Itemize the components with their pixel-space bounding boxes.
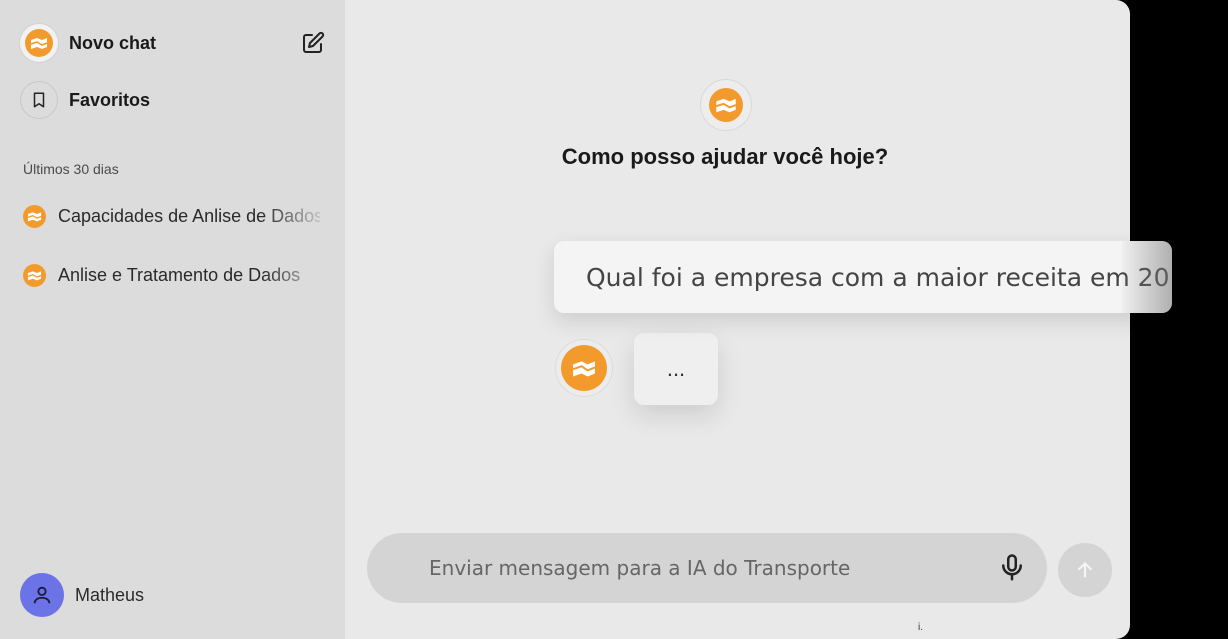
bookmark-icon: [20, 81, 58, 119]
bot-avatar: [556, 340, 612, 396]
favorites-label: Favoritos: [69, 89, 151, 110]
avatar: [20, 573, 64, 617]
edit-icon[interactable]: [301, 31, 325, 55]
sidebar: Novo chat Favoritos Últimos 30 dias Capa…: [0, 0, 345, 639]
new-chat-button[interactable]: Novo chat: [20, 24, 325, 62]
new-chat-label: Novo chat: [69, 32, 157, 53]
user-message-text: Qual foi a empresa com a maior receita e…: [586, 263, 1172, 292]
favorites-button[interactable]: Favoritos: [20, 81, 150, 119]
arrow-up-icon: [1078, 562, 1092, 578]
bubble-fade: [1122, 241, 1172, 313]
hero-logo-icon: [701, 80, 751, 130]
history-item-label: Capacidades de Anlise de Dados: [58, 206, 320, 226]
cursor-mark: i.: [918, 622, 923, 633]
user-profile[interactable]: Matheus: [20, 573, 144, 617]
history-item[interactable]: Anlise e Tratamento de Dados: [23, 264, 323, 287]
history-section-label: Últimos 30 dias: [23, 161, 119, 177]
message-composer: [367, 533, 1047, 603]
history-item[interactable]: Capacidades de Anlise de Dados: [23, 205, 323, 228]
logo-icon: [23, 264, 46, 287]
user-name: Matheus: [75, 584, 145, 605]
microphone-icon[interactable]: [997, 553, 1027, 583]
chat-app: Novo chat Favoritos Últimos 30 dias Capa…: [0, 0, 1130, 639]
logo-icon: [20, 24, 58, 62]
logo-icon: [23, 205, 46, 228]
logo-icon: [572, 361, 596, 377]
message-input[interactable]: [429, 551, 969, 585]
history-item-label: Anlise e Tratamento de Dados: [58, 265, 301, 285]
send-button[interactable]: [1058, 543, 1112, 597]
user-icon: [33, 586, 51, 604]
user-message-bubble: Qual foi a empresa com a maior receita e…: [554, 241, 1172, 313]
page-title: Como posso ajudar você hoje?: [561, 144, 889, 169]
bot-typing-bubble: ...: [634, 333, 718, 405]
